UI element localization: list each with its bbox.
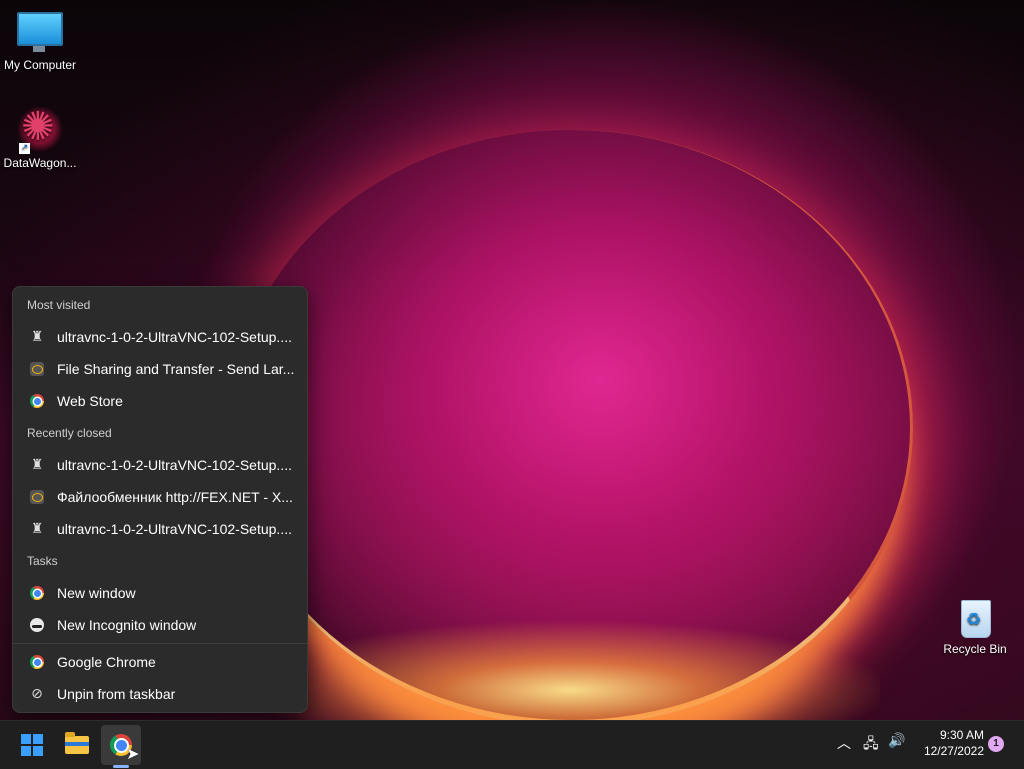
jump-list-divider [13, 643, 307, 644]
start-button[interactable] [12, 725, 52, 765]
monitor-icon [17, 12, 63, 52]
jump-item-most-visited[interactable]: Web Store [17, 386, 303, 416]
desktop-icon-recycle-bin[interactable]: ♻ Recycle Bin [935, 596, 1015, 656]
recycle-bin-icon: ♻ [958, 596, 992, 638]
incognito-icon [29, 617, 45, 633]
fex-icon [29, 361, 45, 377]
task-new-incognito-window[interactable]: New Incognito window [17, 610, 303, 640]
task-new-window[interactable]: New window [17, 578, 303, 608]
desktop-icon-label: Recycle Bin [943, 642, 1007, 656]
jump-item-recently-closed[interactable]: ♜ ultravnc-1-0-2-UltraVNC-102-Setup.... [17, 514, 303, 544]
network-icon[interactable]: 🖧 [863, 733, 879, 757]
clock-date: 12/27/2022 [923, 744, 984, 758]
desktop-icon-label: DataWagon... [3, 156, 77, 170]
jump-item-most-visited[interactable]: ♜ ultravnc-1-0-2-UltraVNC-102-Setup.... [17, 322, 303, 352]
section-title-recently-closed: Recently closed [27, 426, 112, 440]
chrome-icon [29, 654, 45, 670]
clock-time: 9:30 AM [939, 728, 984, 742]
wallpaper-glow [260, 610, 880, 720]
desktop-icon-datawagon[interactable]: ↗ DataWagon... [0, 104, 80, 170]
shortcut-arrow-icon: ↗ [19, 143, 30, 154]
task-label: New window [57, 585, 136, 601]
mouse-cursor-icon: ➤ [126, 744, 140, 763]
task-label: New Incognito window [57, 617, 197, 633]
datawagon-icon: ↗ [17, 104, 63, 154]
unpin-label: Unpin from taskbar [57, 686, 176, 702]
unpin-icon: ⊘ [31, 686, 43, 702]
jump-item-label: ultravnc-1-0-2-UltraVNC-102-Setup.... [57, 457, 292, 473]
chrome-icon [29, 585, 45, 601]
fex-icon [29, 489, 45, 505]
desktop-icon-my-computer[interactable]: My Computer [0, 12, 80, 72]
ultravnc-icon: ♜ [30, 457, 44, 473]
show-hidden-icons-chevron-icon[interactable]: ︿ [837, 733, 851, 753]
desktop-icon-label: My Computer [3, 58, 77, 72]
notification-badge[interactable]: 1 [988, 736, 1004, 752]
windows-logo-icon [21, 734, 43, 756]
jump-item-label: Web Store [57, 393, 123, 409]
system-clock[interactable]: 9:30 AM 12/27/2022 [914, 727, 984, 759]
section-title-tasks: Tasks [27, 554, 58, 568]
jump-item-recently-closed[interactable]: Файлообменник http://FEX.NET - X... [17, 482, 303, 512]
section-title-most-visited: Most visited [27, 298, 91, 312]
chrome-icon [29, 393, 45, 409]
volume-icon[interactable]: 🔊 [888, 733, 905, 749]
jump-item-label: File Sharing and Transfer - Send Lar... [57, 361, 295, 377]
folder-icon [65, 732, 89, 754]
ultravnc-icon: ♜ [30, 521, 44, 537]
ultravnc-icon: ♜ [30, 329, 44, 345]
jump-item-recently-closed[interactable]: ♜ ultravnc-1-0-2-UltraVNC-102-Setup.... [17, 450, 303, 480]
jump-item-label: ultravnc-1-0-2-UltraVNC-102-Setup.... [57, 329, 292, 345]
app-label: Google Chrome [57, 654, 156, 670]
jump-item-most-visited[interactable]: File Sharing and Transfer - Send Lar... [17, 354, 303, 384]
chrome-jump-list: Most visited ♜ ultravnc-1-0-2-UltraVNC-1… [12, 286, 308, 713]
open-google-chrome[interactable]: Google Chrome [17, 647, 303, 677]
jump-item-label: ultravnc-1-0-2-UltraVNC-102-Setup.... [57, 521, 292, 537]
jump-item-label: Файлообменник http://FEX.NET - X... [57, 489, 293, 505]
unpin-from-taskbar[interactable]: ⊘ Unpin from taskbar [17, 679, 303, 709]
file-explorer-button[interactable] [57, 725, 97, 765]
